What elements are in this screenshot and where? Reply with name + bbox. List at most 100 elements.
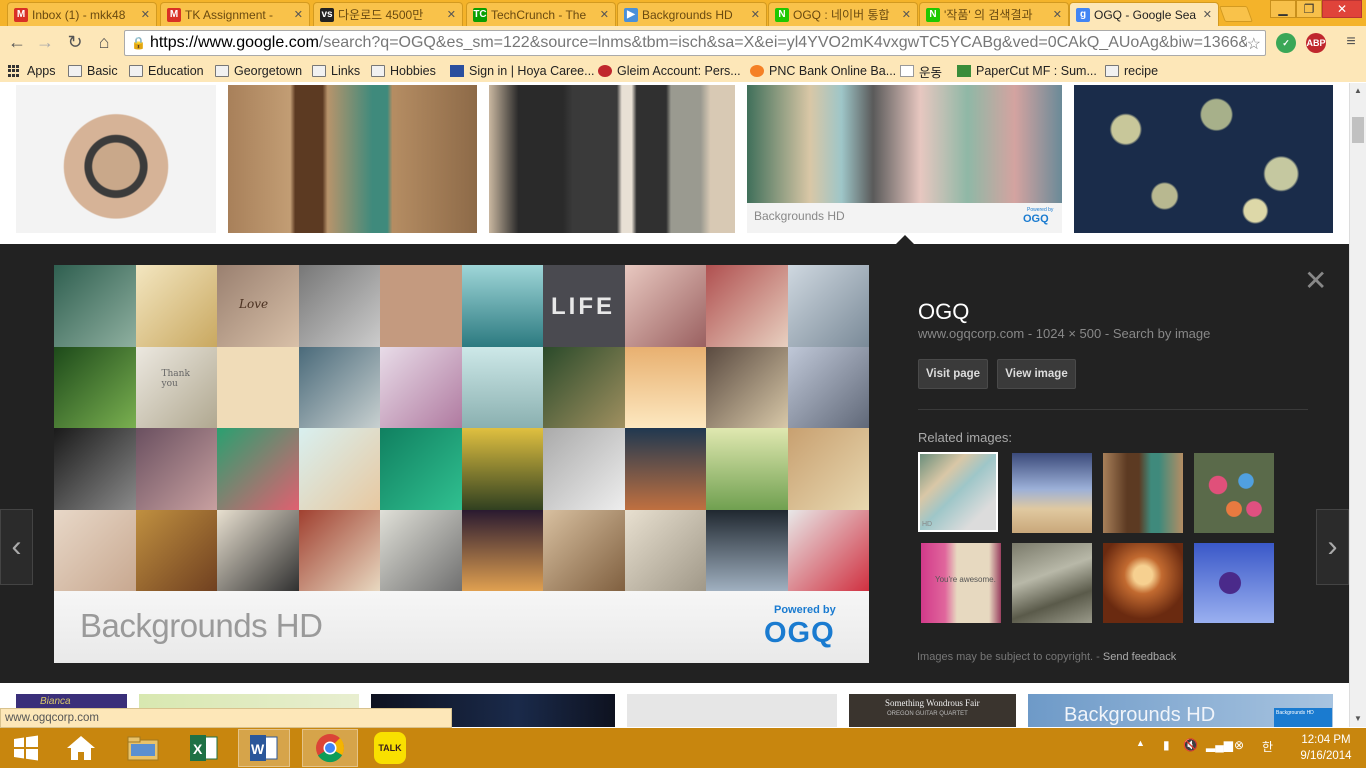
- result-image-guitar-quartet[interactable]: Something Wondrous Fair OREGON GUITAR QU…: [849, 694, 1016, 727]
- send-feedback-link[interactable]: Send feedback: [1103, 651, 1176, 663]
- preview-image[interactable]: Love LIFE Thank you Backgrounds HD Powered…: [54, 265, 869, 663]
- close-window-button[interactable]: ✕: [1322, 0, 1362, 18]
- related-image-1[interactable]: HD: [918, 452, 998, 532]
- file-explorer-button[interactable]: [117, 729, 169, 767]
- result-image-backgrounds-hd-selected[interactable]: Backgrounds HD Powered by OGQ: [747, 85, 1062, 233]
- bookmark-folder-georgetown[interactable]: Georgetown: [215, 61, 302, 81]
- mosaic-tile: [380, 509, 462, 591]
- bookmark-folder-education[interactable]: Education: [129, 61, 204, 81]
- menu-icon[interactable]: ≡: [1340, 31, 1362, 53]
- related-image-2[interactable]: [1012, 453, 1092, 533]
- excel-button[interactable]: X: [178, 729, 230, 767]
- adblock-plus-icon[interactable]: ABP: [1306, 33, 1326, 53]
- related-image-4[interactable]: [1194, 453, 1274, 533]
- browser-tab[interactable]: N '작품' 의 검색결과 ✕: [919, 2, 1069, 26]
- volume-muted-icon[interactable]: 🔇: [1183, 738, 1198, 752]
- minimize-button[interactable]: ▁: [1270, 0, 1296, 18]
- close-tab-icon[interactable]: ✕: [447, 8, 456, 21]
- browser-tab[interactable]: vs 다운로드 4500만 ✕: [313, 2, 463, 26]
- word-button[interactable]: W: [238, 729, 290, 767]
- address-bar[interactable]: 🔒 https://www.google.com/search?q=OGQ&es…: [124, 30, 1266, 56]
- close-tab-icon[interactable]: ✕: [902, 8, 911, 21]
- start-button[interactable]: [0, 729, 52, 767]
- result-image-backgrounds-hd[interactable]: Backgrounds HD Backgrounds HD: [1028, 694, 1333, 727]
- bookmark-label: Sign in | Hoya Caree...: [469, 64, 595, 78]
- related-image-5[interactable]: You're awesome.: [921, 543, 1001, 623]
- scroll-down-icon[interactable]: ▼: [1354, 714, 1362, 723]
- mosaic-tile: [217, 509, 299, 591]
- home-taskbar-icon[interactable]: [55, 729, 107, 767]
- close-tab-icon[interactable]: ✕: [1203, 8, 1212, 21]
- result-image-stone-house[interactable]: [228, 85, 477, 233]
- page-scrollbar[interactable]: ▲ ▼: [1349, 83, 1366, 727]
- vs-icon: vs: [320, 7, 334, 22]
- previous-image-button[interactable]: ‹: [0, 509, 33, 585]
- next-image-button[interactable]: ›: [1316, 509, 1349, 585]
- mosaic-tile: [461, 428, 543, 510]
- extension-icon[interactable]: ✓: [1276, 33, 1296, 53]
- scrollbar-thumb[interactable]: [1352, 117, 1364, 143]
- related-image-3[interactable]: [1103, 453, 1183, 533]
- kakaotalk-icon: TALK: [374, 732, 406, 764]
- tab-title: Inbox (1) - mkk48: [32, 7, 126, 22]
- system-clock[interactable]: 12:04 PM 9/16/2014: [1290, 732, 1362, 764]
- result-image-light[interactable]: [627, 694, 837, 727]
- browser-tab[interactable]: ▶ Backgrounds HD ✕: [617, 2, 767, 26]
- bookmark-folder-basic[interactable]: Basic: [68, 61, 118, 81]
- action-center-icon[interactable]: ⊗: [1234, 738, 1244, 752]
- ime-indicator[interactable]: 한: [1262, 738, 1273, 755]
- bookmark-folder-recipe[interactable]: recipe: [1105, 61, 1158, 81]
- close-tab-icon[interactable]: ✕: [141, 8, 150, 21]
- close-tab-icon[interactable]: ✕: [600, 8, 609, 21]
- chrome-button[interactable]: [302, 729, 358, 767]
- close-detail-icon[interactable]: ✕: [1304, 264, 1327, 297]
- home-button[interactable]: ⌂: [93, 31, 115, 53]
- related-image-7[interactable]: [1103, 543, 1183, 623]
- battery-icon[interactable]: ▮: [1163, 738, 1170, 752]
- close-tab-icon[interactable]: ✕: [294, 8, 303, 21]
- image-domain[interactable]: www.ogqcorp.com: [918, 326, 1024, 341]
- mosaic-tile: [706, 509, 788, 591]
- bookmark-papercut[interactable]: PaperCut MF : Sum...: [957, 61, 1097, 81]
- related-image-8[interactable]: [1194, 543, 1274, 623]
- visit-page-button[interactable]: Visit page: [918, 359, 988, 389]
- bookmark-hoya-careers[interactable]: Sign in | Hoya Caree...: [450, 61, 595, 81]
- forward-button[interactable]: →: [34, 31, 56, 53]
- back-button[interactable]: ←: [6, 31, 28, 53]
- bookmark-exercise[interactable]: 운동: [900, 61, 942, 81]
- image-title[interactable]: OGQ: [918, 299, 969, 325]
- scroll-up-icon[interactable]: ▲: [1354, 86, 1362, 95]
- mosaic-tile: [461, 265, 543, 347]
- bookmark-folder-links[interactable]: Links: [312, 61, 360, 81]
- result-image-friends[interactable]: [16, 85, 216, 233]
- show-hidden-icons[interactable]: ▲: [1136, 738, 1145, 748]
- search-by-image-link[interactable]: Search by image: [1113, 326, 1211, 341]
- browser-tab[interactable]: g OGQ - Google Sea ✕: [1069, 2, 1219, 26]
- result-image-four-men[interactable]: [489, 85, 735, 233]
- related-image-6[interactable]: [1012, 543, 1092, 623]
- browser-tab[interactable]: N OGQ : 네이버 통합 ✕: [768, 2, 918, 26]
- mosaic-tile: [380, 428, 462, 510]
- browser-tab[interactable]: M Inbox (1) - mkk48 ✕: [7, 2, 157, 26]
- maximize-button[interactable]: ❐: [1296, 0, 1322, 18]
- reload-button[interactable]: ↻: [64, 31, 86, 53]
- browser-tab[interactable]: M TK Assignment - ✕: [160, 2, 310, 26]
- browser-tab[interactable]: TC TechCrunch - The ✕: [466, 2, 616, 26]
- bookmark-label: Basic: [87, 64, 118, 78]
- bookmark-pnc-bank[interactable]: PNC Bank Online Ba...: [750, 61, 896, 81]
- bookmark-gleim[interactable]: Gleim Account: Pers...: [598, 61, 741, 81]
- result-image-bokeh[interactable]: [1074, 85, 1333, 233]
- ogq-logo: OGQ: [764, 617, 835, 650]
- view-image-button[interactable]: View image: [997, 359, 1076, 389]
- bookmark-apps[interactable]: Apps: [8, 61, 56, 81]
- bookmark-folder-hobbies[interactable]: Hobbies: [371, 61, 436, 81]
- kakaotalk-button[interactable]: TALK: [364, 729, 416, 767]
- close-tab-icon[interactable]: ✕: [751, 8, 760, 21]
- bookmark-star-icon[interactable]: ☆: [1246, 34, 1261, 54]
- network-icon[interactable]: ▂▄▆: [1206, 738, 1233, 752]
- result-caption: Backgrounds HD: [754, 209, 845, 223]
- new-tab-button[interactable]: [1219, 6, 1253, 22]
- bookmark-label: Gleim Account: Pers...: [617, 64, 741, 78]
- tab-title: OGQ : 네이버 통합: [793, 8, 890, 22]
- close-tab-icon[interactable]: ✕: [1053, 8, 1062, 21]
